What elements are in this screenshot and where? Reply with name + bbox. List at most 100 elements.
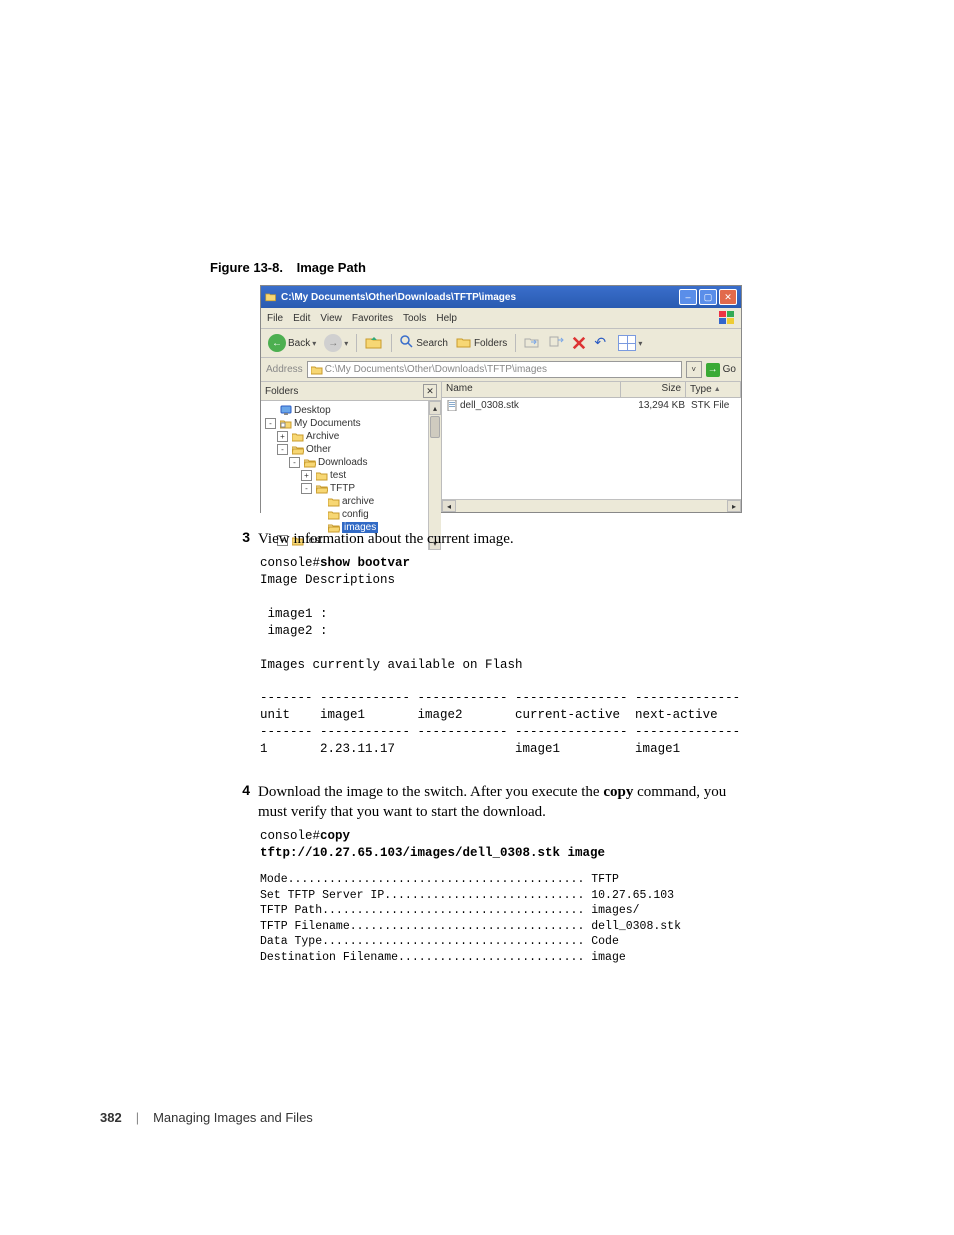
scroll-right-icon[interactable]: ▸ bbox=[727, 500, 741, 512]
tree-node-label: Desktop bbox=[294, 405, 331, 416]
column-name[interactable]: Name bbox=[442, 382, 621, 397]
arrow-right-icon: → bbox=[324, 334, 342, 352]
tree-node[interactable]: +test bbox=[265, 469, 424, 482]
page-number: 382 bbox=[100, 1110, 122, 1125]
address-dropdown[interactable]: ˅ bbox=[686, 361, 702, 378]
folder-up-icon bbox=[365, 334, 383, 353]
folder-tree[interactable]: Desktop-My Documents+Archive-Other-Downl… bbox=[261, 401, 428, 550]
views-icon bbox=[618, 335, 636, 351]
folder-icon bbox=[292, 431, 304, 442]
tree-node-label: TFTP bbox=[330, 483, 355, 494]
titlebar[interactable]: C:\My Documents\Other\Downloads\TFTP\ima… bbox=[261, 286, 741, 308]
copy-to-button[interactable] bbox=[545, 334, 567, 353]
menu-favorites[interactable]: Favorites bbox=[352, 313, 393, 324]
folders-button[interactable]: Folders bbox=[453, 334, 510, 353]
up-button[interactable] bbox=[362, 333, 386, 354]
tree-node[interactable]: +Archive bbox=[265, 430, 424, 443]
address-path: C:\My Documents\Other\Downloads\TFTP\ima… bbox=[325, 364, 547, 375]
file-row[interactable]: dell_0308.stk 13,294 KBSTK File bbox=[446, 400, 737, 411]
scroll-up-icon[interactable]: ▴ bbox=[429, 401, 441, 415]
separator bbox=[356, 334, 357, 352]
step-number: 3 bbox=[230, 529, 250, 549]
figure-caption: Figure 13-8. Image Path bbox=[210, 260, 874, 275]
doc-icon bbox=[280, 418, 292, 429]
tree-node[interactable]: - TFTP bbox=[265, 482, 424, 495]
folder-open-icon bbox=[304, 457, 316, 468]
file-icon bbox=[446, 400, 458, 411]
menu-tools[interactable]: Tools bbox=[403, 313, 426, 324]
column-size[interactable]: Size bbox=[621, 382, 686, 397]
folder-icon bbox=[316, 470, 328, 481]
tree-node-label: archive bbox=[342, 496, 374, 507]
column-headers[interactable]: Name Size Type ▲ bbox=[442, 382, 741, 398]
go-arrow-icon: → bbox=[706, 363, 720, 377]
collapse-icon[interactable]: - bbox=[277, 444, 288, 455]
forward-button[interactable]: → ▾ bbox=[321, 333, 351, 353]
search-icon bbox=[400, 335, 414, 352]
collapse-icon[interactable]: - bbox=[301, 483, 312, 494]
menu-edit[interactable]: Edit bbox=[293, 313, 310, 324]
minimize-button[interactable]: ‒ bbox=[679, 289, 697, 305]
move-to-icon bbox=[524, 335, 540, 352]
tree-spacer bbox=[313, 510, 324, 519]
tree-spacer bbox=[313, 497, 324, 506]
collapse-icon[interactable]: - bbox=[289, 457, 300, 468]
chevron-down-icon: ▾ bbox=[638, 339, 642, 348]
horizontal-scrollbar[interactable]: ◂ ▸ bbox=[442, 499, 741, 512]
file-name: dell_0308.stk bbox=[460, 400, 519, 411]
vertical-scrollbar[interactable]: ▴ ▾ bbox=[428, 401, 441, 550]
folder-open-icon bbox=[265, 291, 277, 303]
windows-flag-icon bbox=[719, 311, 735, 325]
page-footer: 382 | Managing Images and Files bbox=[100, 1110, 313, 1125]
figure-title: Image Path bbox=[297, 260, 366, 275]
undo-button[interactable]: ↶ bbox=[591, 334, 613, 352]
separator bbox=[515, 334, 516, 352]
toolbar: ← Back ▾ → ▾ Search bbox=[261, 329, 741, 358]
folder-icon bbox=[328, 509, 340, 520]
chevron-down-icon: ▾ bbox=[344, 339, 348, 348]
folder-open-icon bbox=[292, 444, 304, 455]
column-type[interactable]: Type ▲ bbox=[686, 382, 741, 397]
tree-node-label: config bbox=[342, 509, 369, 520]
go-button[interactable]: → Go bbox=[706, 362, 736, 377]
window-title: C:\My Documents\Other\Downloads\TFTP\ima… bbox=[281, 292, 679, 303]
scroll-thumb[interactable] bbox=[430, 416, 440, 438]
menu-file[interactable]: File bbox=[267, 313, 283, 324]
search-button[interactable]: Search bbox=[397, 334, 451, 353]
file-rows[interactable]: dell_0308.stk 13,294 KBSTK File bbox=[442, 398, 741, 499]
folders-pane: Folders ✕ Desktop-My Documents+Archive-O… bbox=[261, 382, 442, 512]
expand-icon[interactable]: + bbox=[277, 431, 288, 442]
menu-help[interactable]: Help bbox=[436, 313, 457, 324]
views-button[interactable]: ▾ bbox=[615, 334, 645, 352]
tree-node[interactable]: Desktop bbox=[265, 404, 424, 417]
desktop-icon bbox=[280, 405, 292, 416]
step-text: Download the image to the switch. After … bbox=[258, 782, 758, 823]
move-to-button[interactable] bbox=[521, 334, 543, 353]
folder-open-icon bbox=[316, 483, 328, 494]
file-size: 13,294 KB bbox=[629, 400, 691, 411]
file-type: STK File bbox=[691, 400, 737, 411]
close-button[interactable]: ✕ bbox=[719, 289, 737, 305]
scroll-left-icon[interactable]: ◂ bbox=[442, 500, 456, 512]
file-list-pane: Name Size Type ▲ dell_0308.stk13,294 KBS… bbox=[442, 382, 741, 512]
delete-icon bbox=[572, 336, 586, 350]
maximize-button[interactable]: ▢ bbox=[699, 289, 717, 305]
go-label: Go bbox=[723, 364, 736, 375]
tree-node[interactable]: -Downloads bbox=[265, 456, 424, 469]
folders-label: Folders bbox=[474, 338, 507, 349]
explorer-window: C:\My Documents\Other\Downloads\TFTP\ima… bbox=[260, 285, 742, 513]
delete-button[interactable] bbox=[569, 335, 589, 351]
address-input[interactable]: C:\My Documents\Other\Downloads\TFTP\ima… bbox=[307, 361, 682, 378]
menu-view[interactable]: View bbox=[320, 313, 342, 324]
collapse-icon[interactable]: - bbox=[265, 418, 276, 429]
search-label: Search bbox=[416, 338, 448, 349]
console-output: Mode....................................… bbox=[260, 872, 874, 965]
separator bbox=[391, 334, 392, 352]
tree-node[interactable]: -Other bbox=[265, 443, 424, 456]
tree-node[interactable]: -My Documents bbox=[265, 417, 424, 430]
close-pane-button[interactable]: ✕ bbox=[423, 384, 437, 398]
expand-icon[interactable]: + bbox=[301, 470, 312, 481]
tree-node[interactable]: archive bbox=[265, 495, 424, 508]
back-button[interactable]: ← Back ▾ bbox=[265, 333, 319, 353]
tree-node[interactable]: config bbox=[265, 508, 424, 521]
